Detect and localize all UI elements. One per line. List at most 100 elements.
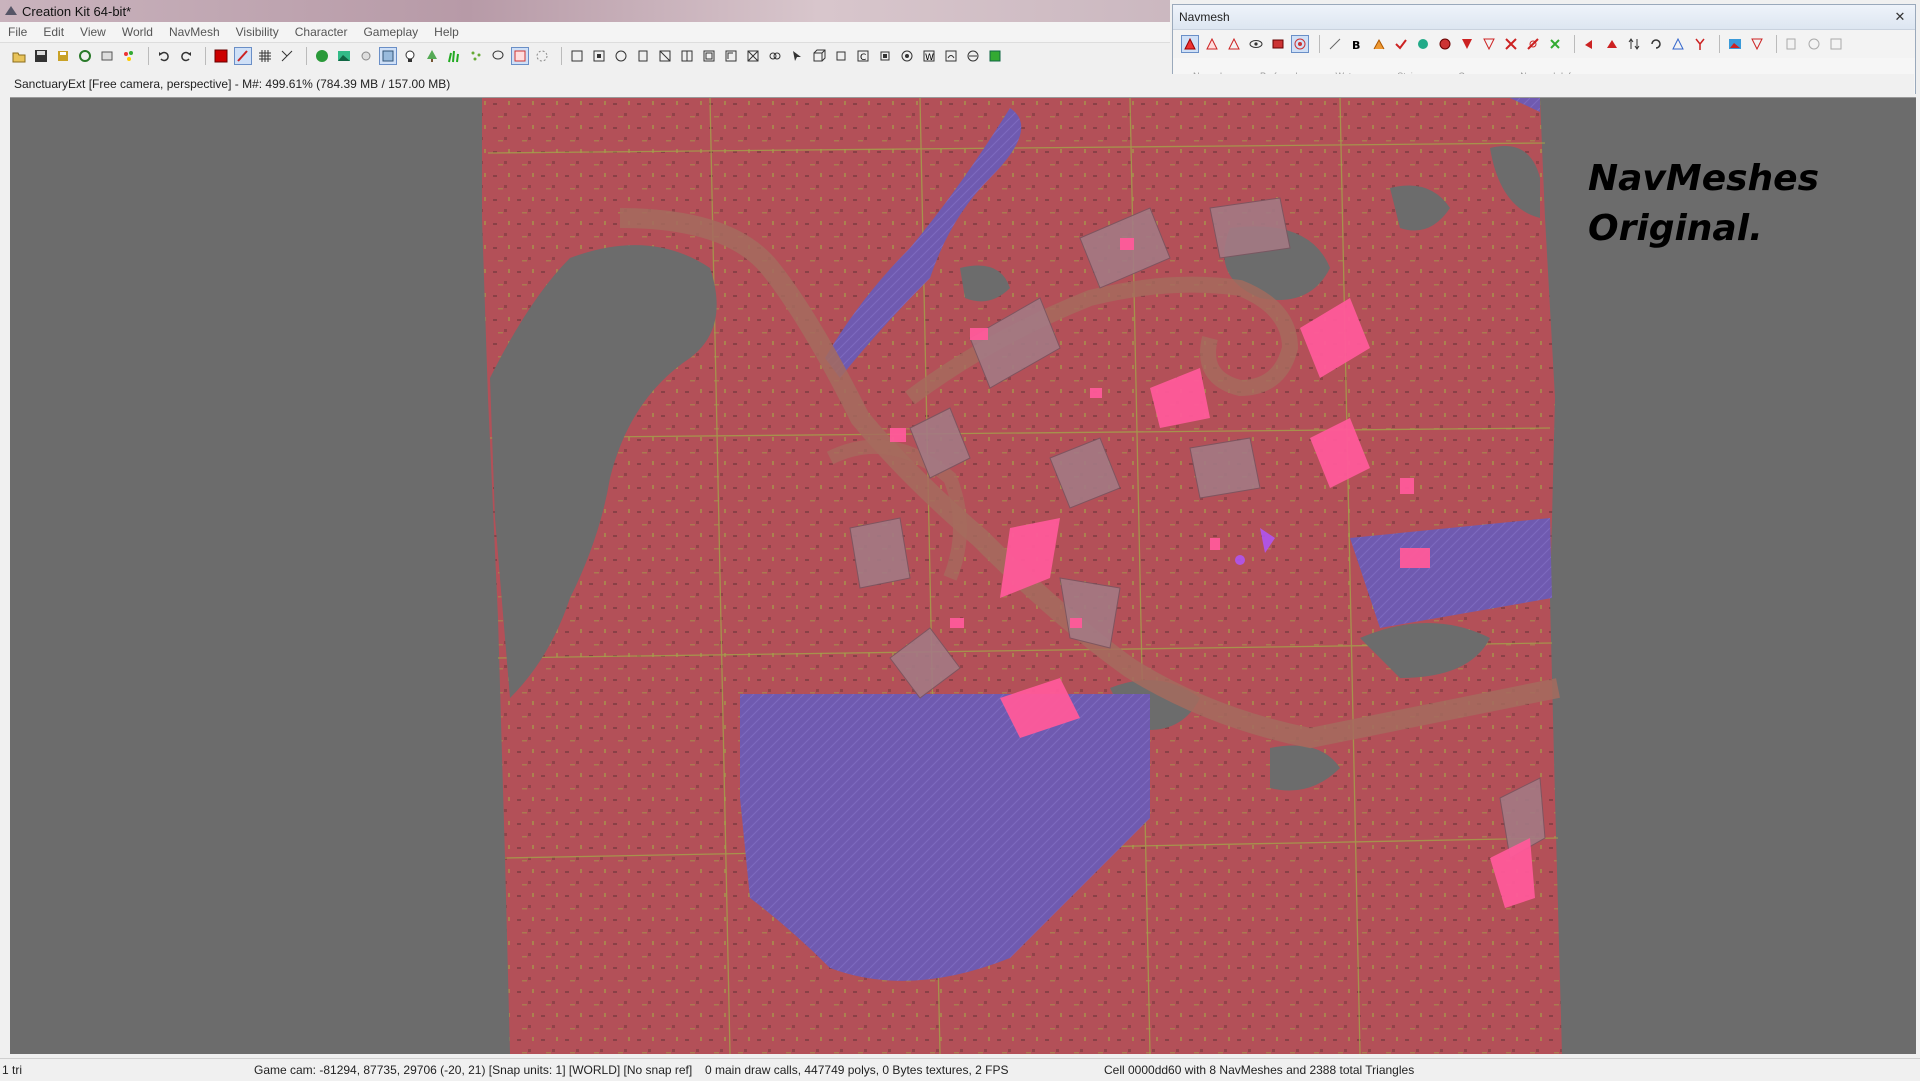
menu-visibility[interactable]: Visibility [228,25,287,39]
save-icon[interactable] [32,47,50,65]
bulb-icon[interactable] [401,47,419,65]
rotate-icon[interactable] [1647,35,1665,53]
link-icon[interactable] [766,47,784,65]
open-icon[interactable] [10,47,28,65]
cover-icon[interactable] [1269,35,1287,53]
status-selection: 1 tri [2,1063,23,1077]
render-viewport[interactable]: NavMeshes Original. [10,97,1916,1054]
split-icon[interactable] [1524,35,1542,53]
wireframe-icon[interactable] [533,47,551,65]
refresh-icon[interactable] [76,47,94,65]
portals-icon[interactable] [700,47,718,65]
menu-navmesh[interactable]: NavMesh [161,25,228,39]
select-vertex-icon[interactable] [1225,35,1243,53]
cube-icon[interactable] [810,47,828,65]
flip-icon[interactable] [1458,35,1476,53]
finalize-icon[interactable] [1726,35,1744,53]
cursor-icon[interactable] [788,47,806,65]
lighting-icon[interactable] [986,47,1004,65]
merge-icon[interactable] [1502,35,1520,53]
sky-icon[interactable] [942,47,960,65]
collision-c-icon[interactable]: C [854,47,872,65]
title-bar: Creation Kit 64-bit* [0,0,1170,22]
edge-connect-icon[interactable] [1546,35,1564,53]
occlusion-icon[interactable] [744,47,762,65]
status-camera: Game cam: -81294, 87735, 29706 (-20, 21)… [254,1063,693,1077]
toolbar-separator [1319,35,1320,53]
globe-icon[interactable] [313,47,331,65]
rooms-icon[interactable] [722,47,740,65]
square-disabled-icon [1827,35,1845,53]
redo-icon[interactable] [177,47,195,65]
undo-icon[interactable] [155,47,173,65]
grass-icon[interactable] [445,47,463,65]
check-icon[interactable] [1392,35,1410,53]
landscape-icon[interactable] [335,47,353,65]
menu-edit[interactable]: Edit [35,25,72,39]
svg-text:C: C [860,53,866,63]
view-side-icon[interactable] [590,47,608,65]
flip-outline-icon[interactable] [1480,35,1498,53]
svg-text:W: W [925,53,934,63]
globe-navmesh-icon[interactable] [1436,35,1454,53]
b-icon[interactable]: B [1348,35,1366,53]
view-bottom-icon[interactable] [612,47,630,65]
close-icon[interactable]: ✕ [1891,9,1909,25]
light-icon[interactable] [357,47,375,65]
ledge-icon[interactable] [1414,35,1432,53]
doors-icon[interactable] [678,47,696,65]
toolbar-separator [561,47,562,65]
menu-world[interactable]: World [114,25,161,39]
fork-icon[interactable] [1691,35,1709,53]
triangle-blue-icon[interactable] [1669,35,1687,53]
sort-icon[interactable] [1625,35,1643,53]
navmesh-window-title: Navmesh [1179,10,1230,24]
cube-wire-icon[interactable] [832,47,850,65]
menu-view[interactable]: View [72,25,114,39]
lasso-icon[interactable] [489,47,507,65]
menu-file[interactable]: File [0,25,35,39]
preferences-icon[interactable] [98,47,116,65]
overlay-annotation: NavMeshes Original. [1588,154,1819,254]
brush-icon[interactable] [234,47,252,65]
filter-icon[interactable] [1748,35,1766,53]
arrow-up-icon[interactable] [1603,35,1621,53]
markers-icon[interactable] [379,47,397,65]
copy-disabled-icon [1783,35,1801,53]
collision-icon[interactable] [511,47,529,65]
view-top-icon[interactable] [568,47,586,65]
creation-kit-icon [5,6,17,15]
eye-icon[interactable] [1247,35,1265,53]
select-edge-icon[interactable] [1203,35,1221,53]
select-triangle-icon[interactable] [1181,35,1199,53]
particles-icon[interactable] [467,47,485,65]
tree-icon[interactable] [423,47,441,65]
navmesh-window-titlebar[interactable]: Navmesh ✕ [1173,5,1915,29]
height-icon[interactable] [1370,35,1388,53]
toolbar-separator [1719,35,1720,53]
status-render-stats: 0 main draw calls, 447749 polys, 0 Bytes… [705,1063,1009,1077]
view-back-icon[interactable] [656,47,674,65]
view-front-icon[interactable] [634,47,652,65]
menu-help[interactable]: Help [426,25,467,39]
toolbar-separator [1776,35,1777,53]
main-toolbar: C W [0,43,1170,69]
fog-icon[interactable] [964,47,982,65]
water-w-icon[interactable]: W [920,47,938,65]
render-window-icon[interactable] [212,47,230,65]
menu-character[interactable]: Character [287,25,356,39]
toolbar-separator [205,47,206,65]
palette-icon[interactable] [120,47,138,65]
save-all-icon[interactable] [54,47,72,65]
draw-icon[interactable] [1326,35,1344,53]
find-cover-icon[interactable] [1291,35,1309,53]
cube-solid-icon[interactable] [876,47,894,65]
arrow-red-icon[interactable] [1581,35,1599,53]
sphere-icon[interactable] [898,47,916,65]
grid-icon[interactable] [256,47,274,65]
snap-angle-icon[interactable] [278,47,296,65]
menu-gameplay[interactable]: Gameplay [355,25,426,39]
svg-text:B: B [1352,39,1360,51]
viewport-title: SanctuaryExt [Free camera, perspective] … [14,77,451,91]
menu-bar: File Edit View World NavMesh Visibility … [0,22,1170,43]
